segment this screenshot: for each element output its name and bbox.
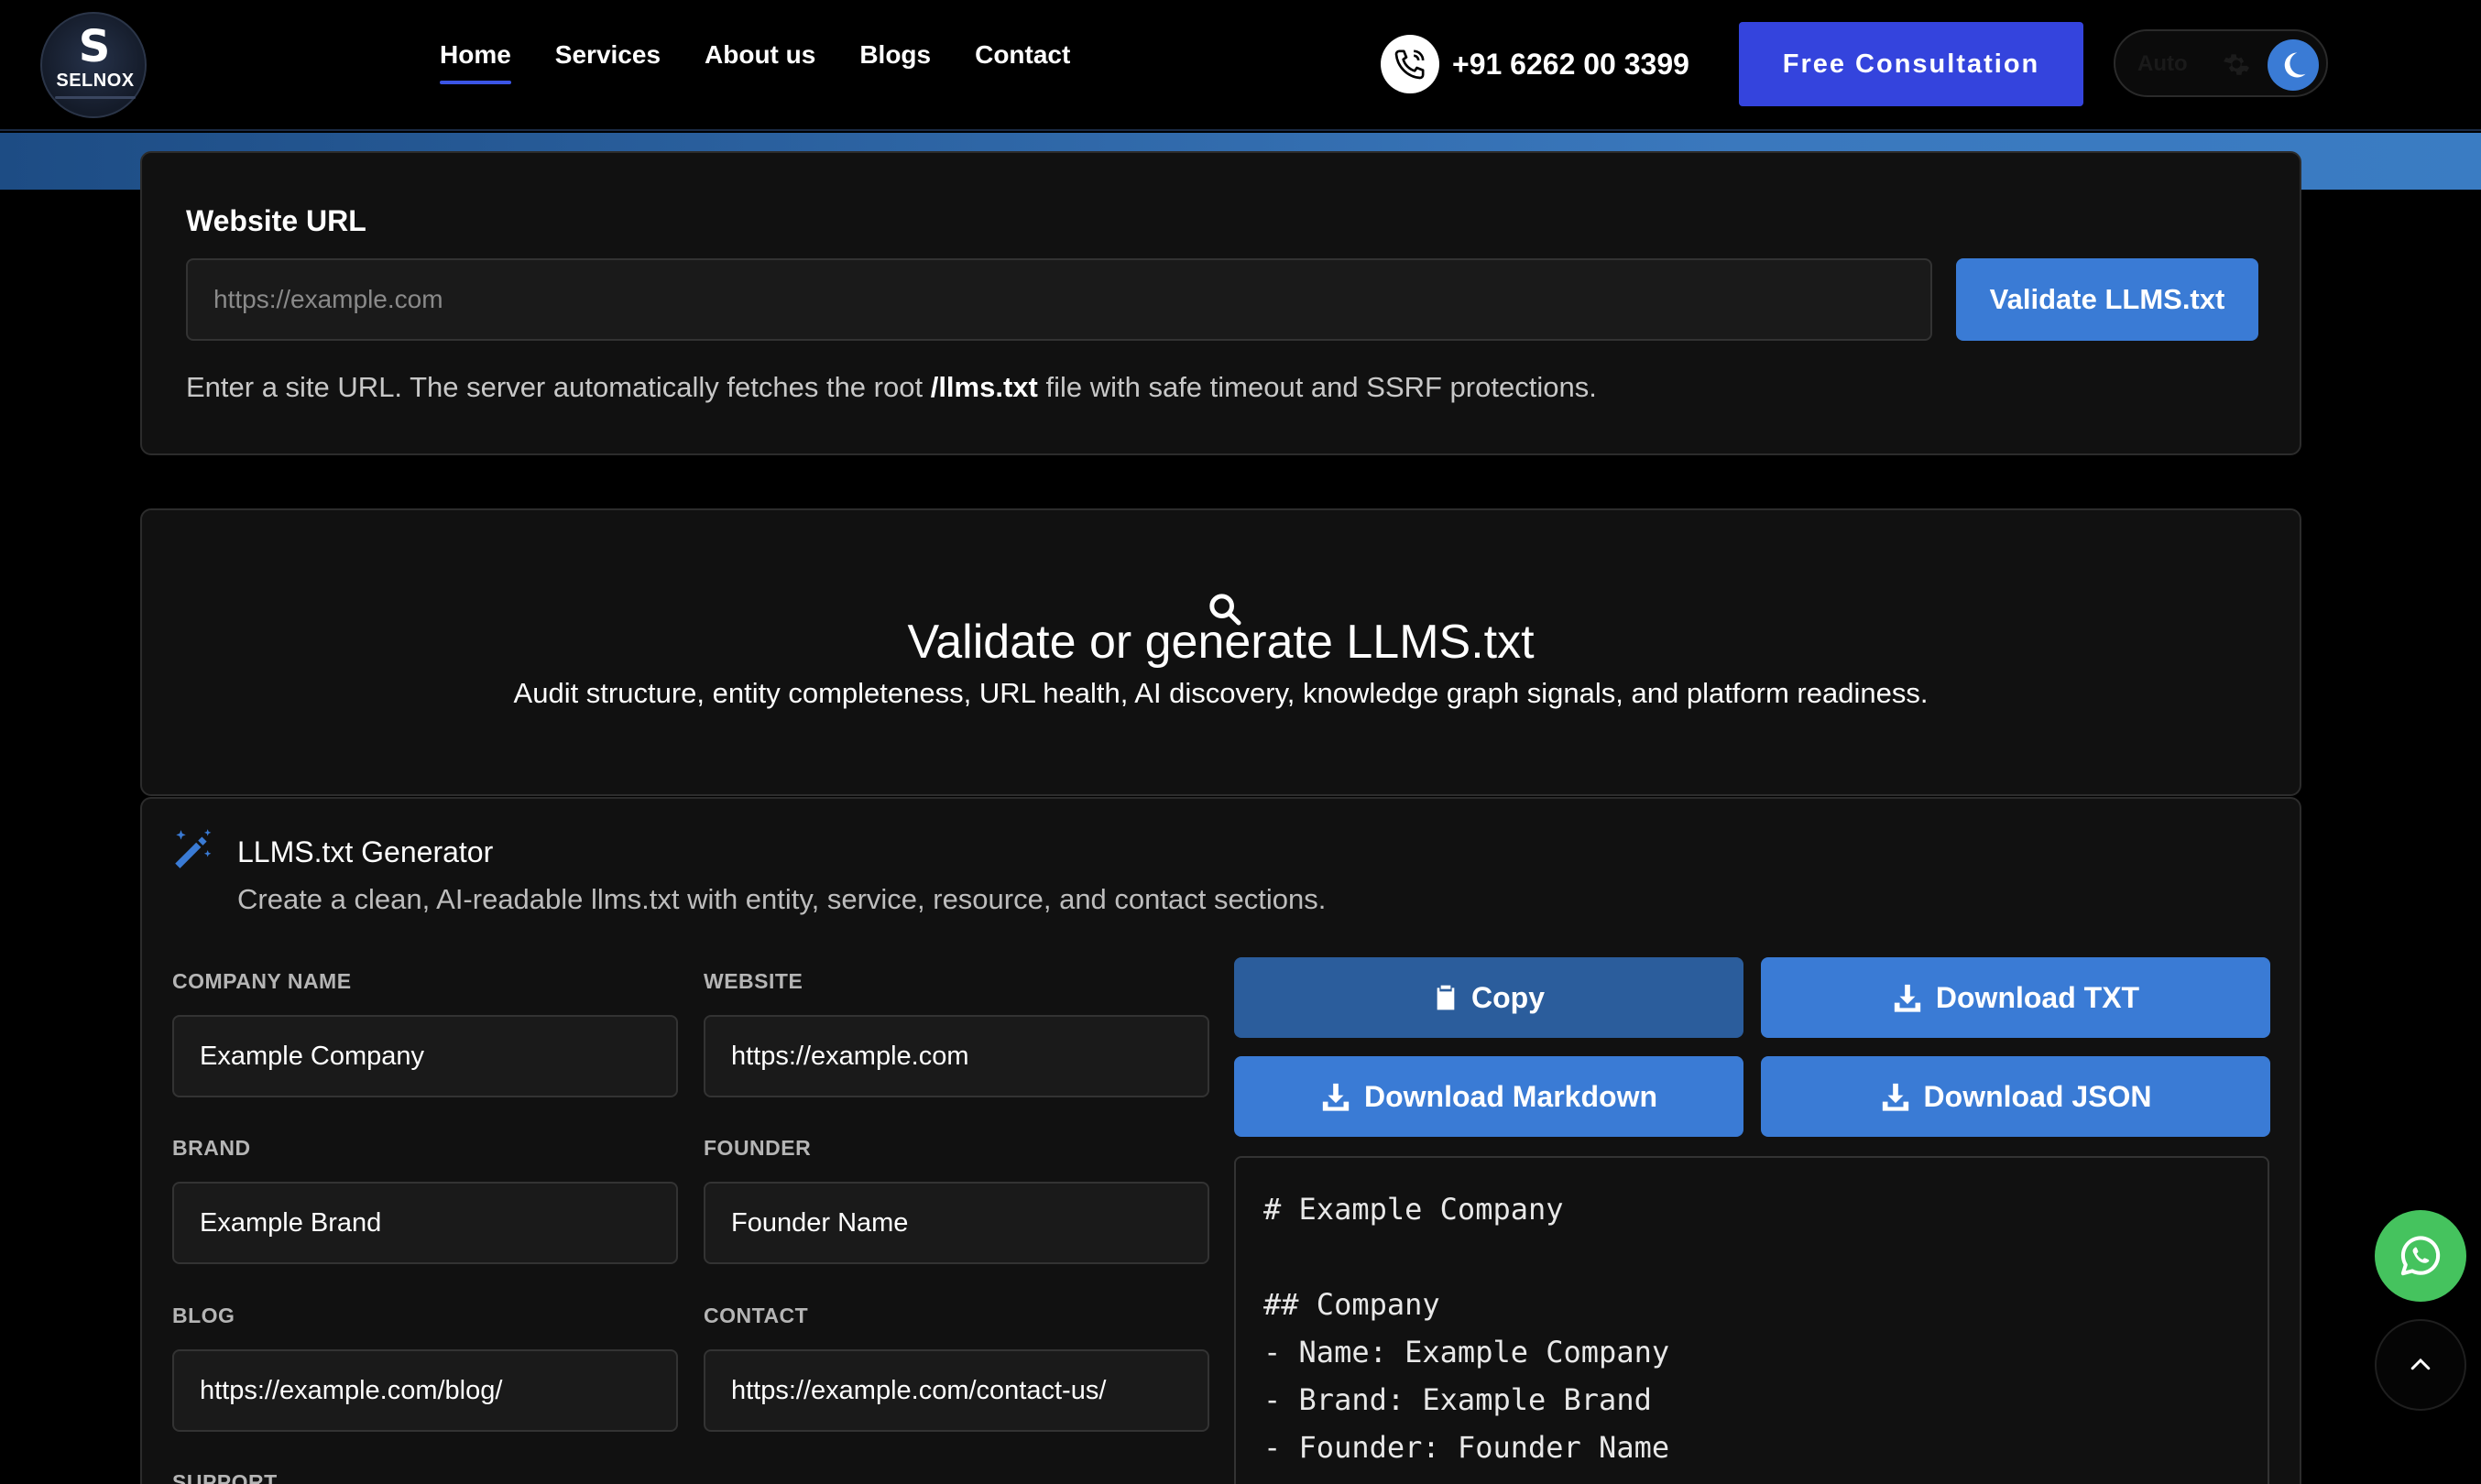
- logo-wordmark: SELNOX: [56, 71, 135, 91]
- main-nav: Home Services About us Blogs Contact: [440, 40, 1070, 84]
- contact-label: CONTACT: [704, 1304, 809, 1327]
- scroll-to-top-button[interactable]: [2375, 1319, 2466, 1411]
- company-name-field[interactable]: [172, 1015, 678, 1097]
- logo-mark-icon: S: [78, 21, 111, 72]
- website-label: WEBSITE: [704, 969, 803, 993]
- copy-button[interactable]: Copy: [1234, 957, 1743, 1038]
- generator-title: LLMS.txt Generator: [237, 835, 494, 868]
- nav-home[interactable]: Home: [440, 40, 511, 84]
- company-name-label: COMPANY NAME: [172, 969, 352, 993]
- logo[interactable]: S SELNOX: [40, 12, 147, 118]
- output-line: # Example Company: [1263, 1192, 1564, 1227]
- brand-field[interactable]: [172, 1182, 678, 1264]
- website-url-input[interactable]: [186, 258, 1932, 341]
- output-line: ​: [1263, 1233, 2240, 1281]
- founder-field[interactable]: [704, 1182, 1209, 1264]
- hero-card: Validate or generate LLMS.txt Audit stru…: [140, 508, 2301, 796]
- founder-label: FOUNDER: [704, 1136, 812, 1160]
- llms-path: /llms.txt: [930, 371, 1038, 403]
- validate-llms-button[interactable]: Validate LLMS.txt: [1956, 258, 2258, 341]
- whatsapp-icon: [2400, 1236, 2441, 1276]
- download-txt-button[interactable]: Download TXT: [1761, 957, 2270, 1038]
- generator-card: LLMS.txt Generator Create a clean, AI-re…: [140, 797, 2301, 1484]
- theme-auto-label[interactable]: Auto: [2137, 51, 2188, 77]
- phone-contact[interactable]: +91 6262 00 3399: [1381, 35, 1689, 93]
- phone-icon: [1381, 35, 1439, 93]
- nav-blogs[interactable]: Blogs: [859, 40, 931, 84]
- contact-field[interactable]: [704, 1349, 1209, 1432]
- website-field[interactable]: [704, 1015, 1209, 1097]
- output-line: - Founder: Founder Name: [1263, 1430, 1670, 1465]
- hero-subtitle: Audit structure, entity completeness, UR…: [513, 677, 1929, 709]
- logo-tagline-decor: [55, 96, 136, 99]
- nav-contact[interactable]: Contact: [975, 40, 1070, 84]
- nav-about-us[interactable]: About us: [705, 40, 815, 84]
- hero-title: Validate or generate LLMS.txt: [907, 616, 1535, 669]
- site-header: S SELNOX Home Services About us Blogs Co…: [0, 0, 2481, 131]
- llms-output-preview[interactable]: # Example Company ​ ## Company - Name: Exam…: [1234, 1156, 2269, 1484]
- output-line: ## Company: [1263, 1287, 1440, 1322]
- magic-wand-icon: [175, 829, 212, 868]
- output-line: - Name: Example Company: [1263, 1335, 1670, 1369]
- download-icon: [1322, 1083, 1350, 1111]
- website-url-label: Website URL: [186, 204, 366, 237]
- gear-icon[interactable]: [2222, 49, 2251, 79]
- download-json-button[interactable]: Download JSON: [1761, 1056, 2270, 1137]
- download-markdown-button[interactable]: Download Markdown: [1234, 1056, 1743, 1137]
- blog-label: BLOG: [172, 1304, 235, 1327]
- blog-field[interactable]: [172, 1349, 678, 1432]
- nav-services[interactable]: Services: [555, 40, 661, 84]
- support-label: SUPPORT: [172, 1470, 278, 1484]
- theme-toggle[interactable]: Auto: [2114, 29, 2328, 97]
- brand-label: BRAND: [172, 1136, 251, 1160]
- output-line: - Brand: Example Brand: [1263, 1382, 1652, 1417]
- phone-number: +91 6262 00 3399: [1452, 47, 1689, 81]
- download-icon: [1894, 984, 1921, 1012]
- validate-url-card: Website URL Validate LLMS.txt Enter a si…: [140, 151, 2301, 455]
- clipboard-icon: [1437, 985, 1455, 1010]
- moon-icon[interactable]: [2268, 39, 2319, 91]
- whatsapp-button[interactable]: [2375, 1210, 2466, 1302]
- generator-subtitle: Create a clean, AI-readable llms.txt wit…: [237, 883, 1327, 915]
- url-help-text: Enter a site URL. The server automatical…: [186, 371, 1597, 403]
- chevron-up-icon: [2410, 1358, 2431, 1370]
- free-consultation-button[interactable]: Free Consultation: [1739, 22, 2083, 106]
- download-icon: [1882, 1083, 1908, 1111]
